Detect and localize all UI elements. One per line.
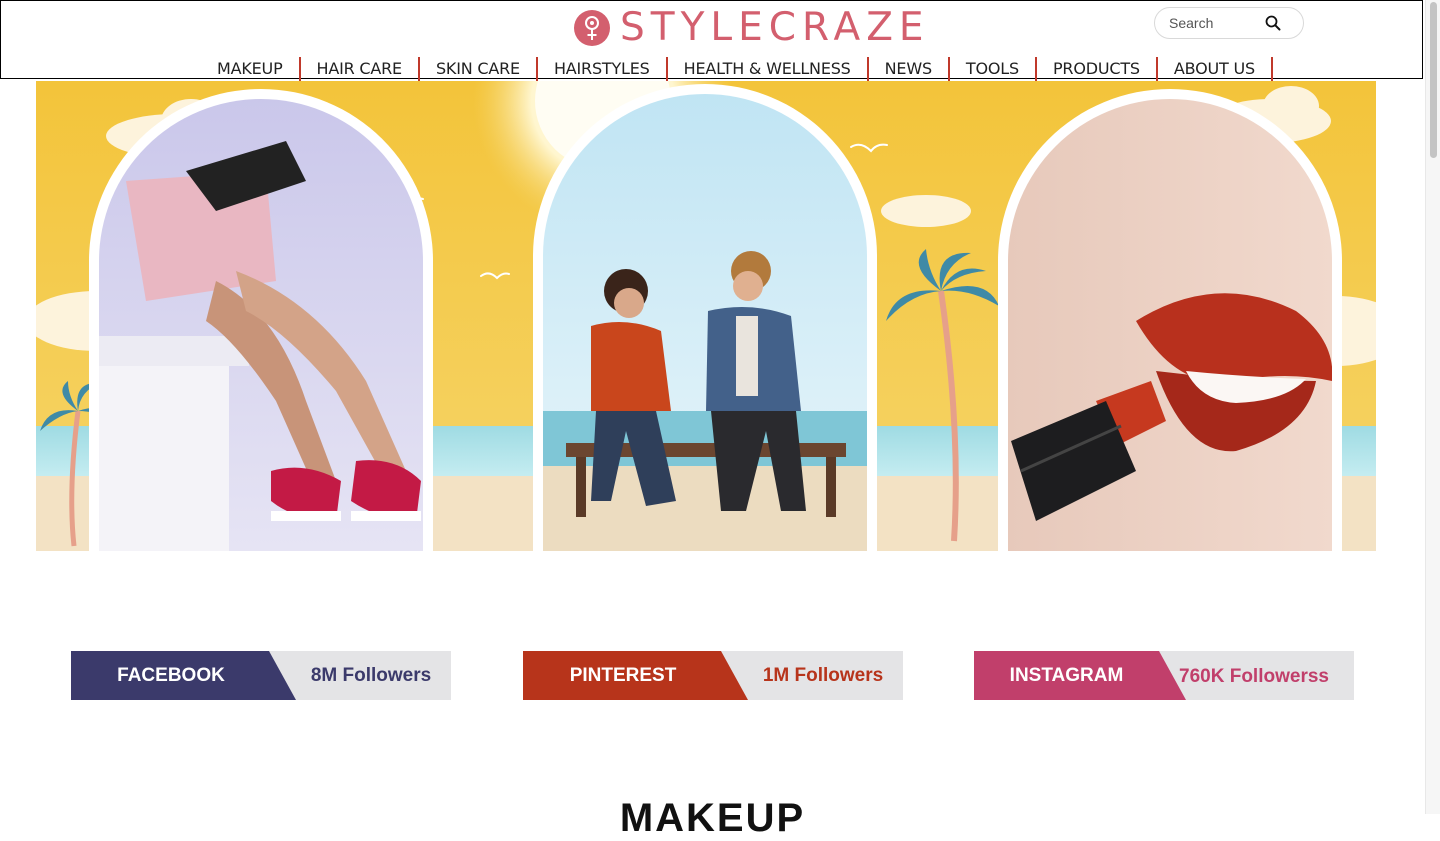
- pinterest-label-tag: PINTEREST: [523, 651, 748, 700]
- nav-item-hair-care[interactable]: HAIR CARE: [301, 57, 420, 81]
- nav-item-skin-care[interactable]: SKIN CARE: [420, 57, 538, 81]
- instagram-followers: 760K Followerss: [1179, 666, 1329, 687]
- facebook-label-tag: FACEBOOK: [71, 651, 296, 700]
- instagram-badge[interactable]: INSTAGRAM 760K Followerss: [974, 651, 1354, 700]
- facebook-label: FACEBOOK: [117, 665, 225, 686]
- nav-item-tools[interactable]: TOOLS: [950, 57, 1037, 81]
- search-input[interactable]: [1167, 14, 1261, 32]
- facebook-badge[interactable]: FACEBOOK 8M Followers: [71, 651, 451, 700]
- scrollbar-thumb[interactable]: [1430, 2, 1437, 158]
- nav-item-about-us[interactable]: ABOUT US: [1158, 57, 1273, 81]
- nav-item-products[interactable]: PRODUCTS: [1037, 57, 1158, 81]
- instagram-label-tag: INSTAGRAM: [974, 651, 1186, 700]
- instagram-label: INSTAGRAM: [1009, 665, 1124, 686]
- nav-item-makeup[interactable]: MAKEUP: [201, 57, 301, 81]
- hero-illustration: [36, 81, 1376, 551]
- section-title-makeup: MAKEUP: [619, 796, 806, 840]
- site-header: STYLECRAZE MAKEUP HAIR CARE SKIN CARE HA…: [0, 0, 1423, 81]
- logo-female-symbol-icon: [574, 10, 610, 46]
- nav-item-health-wellness[interactable]: HEALTH & WELLNESS: [668, 57, 869, 81]
- search-icon[interactable]: [1265, 15, 1281, 31]
- facebook-followers: 8M Followers: [310, 665, 432, 686]
- pinterest-followers: 1M Followers: [762, 665, 884, 686]
- brand-name: STYLECRAZE: [620, 5, 930, 50]
- nav-item-hairstyles[interactable]: HAIRSTYLES: [538, 57, 668, 81]
- pinterest-badge[interactable]: PINTEREST 1M Followers: [523, 651, 903, 700]
- nav-item-news[interactable]: NEWS: [869, 57, 950, 81]
- page-scrollbar[interactable]: [1425, 0, 1440, 814]
- hero-banner[interactable]: [36, 81, 1376, 551]
- main-nav: MAKEUP HAIR CARE SKIN CARE HAIRSTYLES HE…: [201, 57, 1273, 81]
- pinterest-label: PINTEREST: [569, 665, 677, 686]
- site-logo[interactable]: STYLECRAZE: [573, 5, 930, 50]
- search-box[interactable]: [1154, 7, 1304, 39]
